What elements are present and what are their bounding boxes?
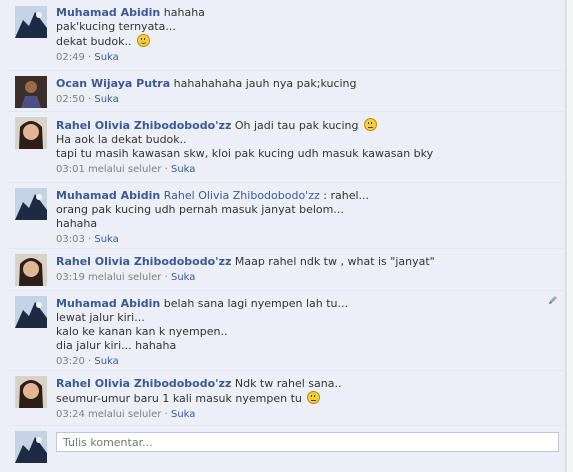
- comment-text: orang pak kucing udh pernah masuk janyat…: [56, 203, 344, 216]
- avatar-muhamad-abidin[interactable]: [15, 6, 47, 38]
- comment-text: lewat jalur kiri...: [56, 311, 145, 324]
- comment-text: Ha aok la dekat budok..: [56, 133, 187, 146]
- comment-timestamp[interactable]: 03:24: [56, 409, 85, 420]
- comment-mention[interactable]: Rahel Olivia Zhibodobodo'zz: [164, 189, 320, 202]
- comment-author[interactable]: Ocan Wijaya Putra: [56, 77, 170, 90]
- comment-composer: [7, 425, 566, 468]
- comment: Muhamad Abidin Rahel Olivia Zhibodobodo'…: [7, 182, 566, 248]
- comment-text: dekat budok..: [56, 35, 132, 48]
- like-link[interactable]: Suka: [171, 272, 195, 283]
- comment-text: Oh jadi tau pak kucing: [234, 119, 359, 132]
- smile-emoji-icon: [137, 34, 151, 47]
- comment-thread: Muhamad Abidin hahaha pak'kucing ternyat…: [0, 0, 566, 472]
- comment-timestamp[interactable]: 02:49: [56, 52, 85, 63]
- comment: Rahel Olivia Zhibodobodo'zz Oh jadi tau …: [7, 111, 566, 182]
- straight-face-emoji-icon: [307, 391, 321, 404]
- comment-text: seumur-umur baru 1 kali masuk nyempen tu: [56, 392, 302, 405]
- comment-text: dia jalur kiri... hahaha: [56, 339, 177, 352]
- avatar-rahel-olivia[interactable]: [15, 376, 47, 408]
- avatar-ocan-wijaya-putra[interactable]: [15, 76, 47, 108]
- comment-author[interactable]: Rahel Olivia Zhibodobodo'zz: [56, 255, 231, 268]
- comment-text: hahaha: [56, 217, 98, 230]
- scrollbar[interactable]: [566, 0, 573, 472]
- comment: Muhamad Abidin belah sana lagi nyempen l…: [7, 290, 566, 370]
- comment-text: belah sana lagi nyempen lah tu...: [163, 297, 349, 310]
- comment-author[interactable]: Muhamad Abidin: [56, 6, 160, 19]
- comment-timestamp[interactable]: 03:20: [56, 356, 85, 367]
- edit-pencil-icon[interactable]: [548, 295, 558, 305]
- comment-input[interactable]: [56, 432, 559, 452]
- comment-author[interactable]: Rahel Olivia Zhibodobodo'zz: [56, 377, 231, 390]
- comment-timestamp[interactable]: 02:50: [56, 94, 85, 105]
- comment-author[interactable]: Rahel Olivia Zhibodobodo'zz: [56, 119, 231, 132]
- like-link[interactable]: Suka: [94, 234, 118, 245]
- comment-author[interactable]: Muhamad Abidin: [56, 189, 160, 202]
- avatar-muhamad-abidin[interactable]: [15, 296, 47, 328]
- comment: Ocan Wijaya Putra hahahahaha jauh nya pa…: [7, 70, 566, 111]
- current-user-avatar: [15, 431, 47, 463]
- comment-author[interactable]: Muhamad Abidin: [56, 297, 160, 310]
- comment-timestamp[interactable]: 03:19: [56, 272, 85, 283]
- like-link[interactable]: Suka: [171, 409, 195, 420]
- comment-timestamp[interactable]: 03:03: [56, 234, 85, 245]
- avatar-rahel-olivia[interactable]: [15, 254, 47, 286]
- comment-via: melalui seluler: [88, 409, 162, 420]
- comment-via: melalui seluler: [88, 164, 162, 175]
- avatar-rahel-olivia[interactable]: [15, 117, 47, 149]
- comment-text: hahahahaha jauh nya pak;kucing: [173, 77, 357, 90]
- comment-text: Ndk tw rahel sana..: [234, 377, 342, 390]
- comment-text: kalo ke kanan kan k nyempen..: [56, 325, 228, 338]
- like-link[interactable]: Suka: [94, 94, 118, 105]
- comment-text: : rahel...: [323, 189, 370, 202]
- like-link[interactable]: Suka: [171, 164, 195, 175]
- avatar-muhamad-abidin[interactable]: [15, 188, 47, 220]
- comment: Muhamad Abidin hahaha pak'kucing ternyat…: [7, 0, 566, 70]
- comment-text: tapi tu masih kawasan skw, kloi pak kuci…: [56, 147, 434, 160]
- comment-text: Maap rahel ndk tw , what is "janyat": [234, 255, 435, 268]
- comment-timestamp[interactable]: 03:01: [56, 164, 85, 175]
- comment-via: melalui seluler: [88, 272, 162, 283]
- comment-text: hahaha: [163, 6, 205, 19]
- straight-face-emoji-icon: [364, 118, 377, 131]
- comment: Rahel Olivia Zhibodobodo'zz Maap rahel n…: [7, 248, 566, 290]
- like-link[interactable]: Suka: [94, 356, 118, 367]
- like-link[interactable]: Suka: [94, 52, 118, 63]
- comment: Rahel Olivia Zhibodobodo'zz Ndk tw rahel…: [7, 370, 566, 425]
- comment-text: pak'kucing ternyata...: [56, 20, 176, 33]
